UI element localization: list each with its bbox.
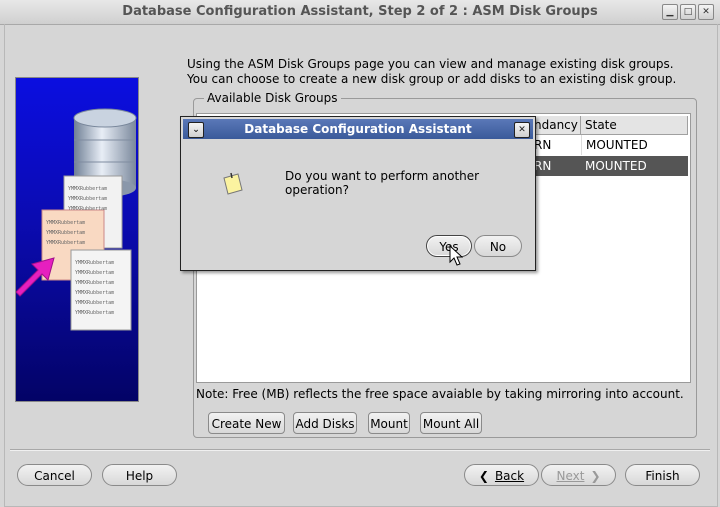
table-row-1-state[interactable]: MOUNTED	[581, 135, 688, 155]
dialog-title: Database Configuration Assistant	[244, 122, 472, 136]
document-text: YMMXRubbertam	[75, 300, 114, 306]
add-disks-button[interactable]: Add Disks	[293, 412, 357, 434]
table-row-1-redundancy[interactable]: RN	[530, 135, 581, 155]
footer-separator	[10, 449, 710, 451]
window-title: Database Configuration Assistant, Step 2…	[122, 4, 598, 19]
available-disk-groups-label: Available Disk Groups	[204, 91, 341, 105]
page-description: Using the ASM Disk Groups page you can v…	[187, 57, 677, 86]
document-text: YMMXRubbertam	[75, 310, 114, 316]
help-button[interactable]: Help	[102, 464, 177, 486]
back-button[interactable]: ❮ Back	[464, 464, 539, 486]
dialog-close-button[interactable]: ✕	[514, 122, 530, 138]
dialog-titlebar[interactable]: Database Configuration Assistant ⌄ ✕	[183, 119, 533, 139]
chevron-left-icon: ❮	[478, 469, 489, 483]
sidebar-illustration: YMMXRubbertam YMMXRubbertam YMMXRubberta…	[15, 77, 139, 402]
restore-button[interactable]: □	[680, 4, 696, 20]
free-space-note: Note: Free (MB) reflects the free space …	[196, 387, 684, 401]
column-header-state[interactable]: State	[581, 116, 688, 135]
next-label: Next	[556, 469, 585, 483]
table-row-2-redundancy[interactable]: RN	[530, 156, 581, 176]
database-documents-illustration: YMMXRubbertam YMMXRubbertam YMMXRubberta…	[16, 108, 137, 331]
minimize-button[interactable]: ▁	[662, 4, 678, 20]
confirm-dialog[interactable]: Database Configuration Assistant ⌄ ✕ Do …	[180, 116, 536, 271]
document-text: YMMXRubbertam	[75, 260, 114, 266]
document-text: YMMXRubbertam	[46, 240, 85, 246]
document-text: YMMXRubbertam	[68, 206, 107, 212]
document-text: YMMXRubbertam	[75, 270, 114, 276]
next-button[interactable]: Next ❯	[541, 464, 616, 486]
document-text: YMMXRubbertam	[68, 186, 107, 192]
finish-button[interactable]: Finish	[625, 464, 700, 486]
table-row-2-state[interactable]: MOUNTED	[581, 156, 688, 176]
document-text: YMMXRubbertam	[46, 230, 85, 236]
back-label: Back	[494, 469, 525, 483]
create-new-button[interactable]: Create New	[208, 412, 285, 434]
close-button[interactable]: ✕	[698, 4, 714, 20]
note-icon	[223, 172, 243, 195]
mount-button[interactable]: Mount	[368, 412, 410, 434]
window-titlebar[interactable]: Database Configuration Assistant, Step 2…	[0, 0, 720, 25]
document-text: YMMXRubbertam	[75, 290, 114, 296]
document-text: YMMXRubbertam	[75, 280, 114, 286]
no-button[interactable]: No	[474, 235, 522, 257]
chevron-right-icon: ❯	[590, 469, 601, 483]
document-text: YMMXRubbertam	[46, 220, 85, 226]
document-text: YMMXRubbertam	[68, 196, 107, 202]
dialog-message: Do you want to perform another operation…	[285, 169, 480, 197]
mount-all-button[interactable]: Mount All	[420, 412, 482, 434]
window-menu-icon[interactable]: ⌄	[188, 122, 204, 138]
mouse-pointer-icon	[449, 245, 463, 266]
cancel-button[interactable]: Cancel	[17, 464, 92, 486]
column-header-redundancy[interactable]: ndancy	[530, 116, 581, 135]
